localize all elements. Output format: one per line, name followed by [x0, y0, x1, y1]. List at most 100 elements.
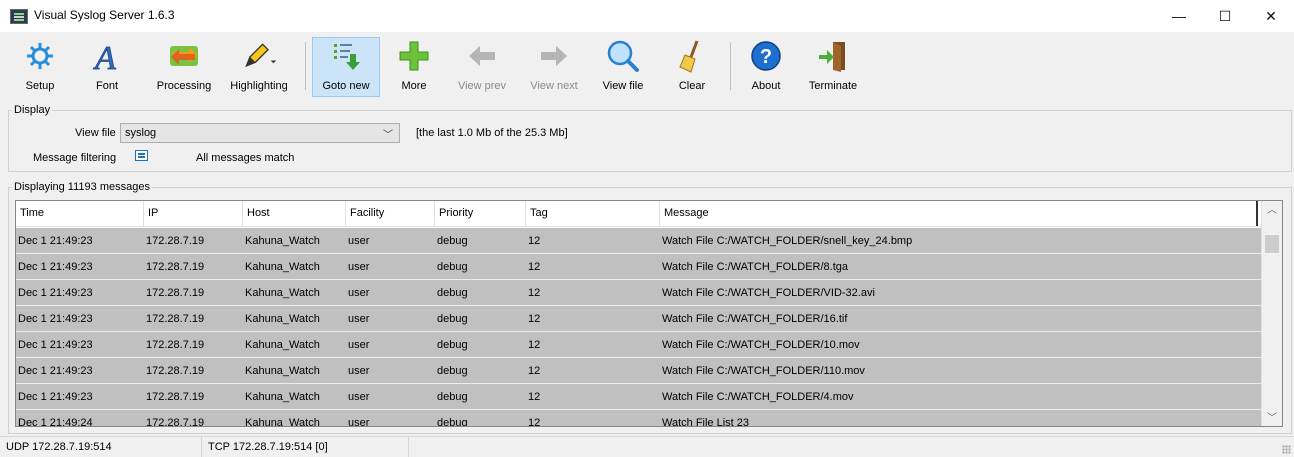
cell-host: Kahuna_Watch [245, 365, 320, 377]
cell-tag: 12 [528, 261, 541, 273]
cell-facility: user [348, 339, 370, 351]
cell-ip: 172.28.7.19 [146, 391, 205, 403]
cell-tag: 12 [528, 391, 541, 403]
cell-host: Kahuna_Watch [245, 261, 320, 273]
cell-ip: 172.28.7.19 [146, 287, 205, 299]
broom-icon [674, 38, 710, 74]
cell-time: Dec 1 21:49:24 [18, 417, 93, 427]
toolbar: Setup A Font Processing Highlighting Got… [0, 32, 1294, 102]
maximize-button[interactable]: ☐ [1202, 0, 1248, 32]
file-size-note: [the last 1.0 Mb of the 25.3 Mb] [416, 127, 568, 139]
cell-time: Dec 1 21:49:23 [18, 287, 93, 299]
cell-priority: debug [437, 313, 468, 325]
goto-new-button[interactable]: Goto new [312, 37, 380, 97]
scrollbar-thumb[interactable] [1265, 235, 1279, 253]
highlighting-button[interactable]: Highlighting [222, 38, 296, 96]
close-button[interactable]: ✕ [1248, 0, 1294, 32]
column-header-time[interactable]: Time [16, 201, 144, 226]
table-row[interactable]: Dec 1 21:49:23 172.28.7.19 Kahuna_Watch … [16, 358, 1261, 384]
cell-priority: debug [437, 391, 468, 403]
svg-text:?: ? [760, 46, 772, 68]
about-button[interactable]: ? About [744, 38, 788, 96]
column-header-host[interactable]: Host [243, 201, 346, 226]
cell-ip: 172.28.7.19 [146, 235, 205, 247]
scroll-down-icon[interactable]: ﹀ [1262, 409, 1282, 426]
filter-status: All messages match [196, 152, 295, 164]
column-header-facility[interactable]: Facility [346, 201, 435, 226]
cell-message: Watch File C:/WATCH_FOLDER/VID-32.avi [662, 287, 875, 299]
terminate-button[interactable]: Terminate [806, 38, 860, 96]
cell-priority: debug [437, 287, 468, 299]
cell-host: Kahuna_Watch [245, 313, 320, 325]
cell-priority: debug [437, 417, 468, 427]
cell-tag: 12 [528, 417, 541, 427]
vertical-scrollbar[interactable]: ︿ ﹀ [1261, 201, 1282, 426]
scroll-up-icon[interactable]: ︿ [1262, 201, 1282, 218]
toolbar-separator [305, 42, 306, 90]
column-header-ip[interactable]: IP [144, 201, 243, 226]
table-row[interactable]: Dec 1 21:49:23 172.28.7.19 Kahuna_Watch … [16, 332, 1261, 358]
minimize-button[interactable]: — [1156, 0, 1202, 32]
cell-message: Watch File List 23 [662, 417, 750, 427]
view-next-button[interactable]: View next [524, 38, 584, 96]
arrow-right-icon [536, 38, 572, 74]
gear-icon [22, 38, 58, 74]
table-row[interactable]: Dec 1 21:49:23 172.28.7.19 Kahuna_Watch … [16, 254, 1261, 280]
cell-message: Watch File C:/WATCH_FOLDER/4.mov [662, 391, 854, 403]
table-row[interactable]: Dec 1 21:49:23 172.28.7.19 Kahuna_Watch … [16, 280, 1261, 306]
cell-message: Watch File C:/WATCH_FOLDER/8.tga [662, 261, 849, 273]
cell-time: Dec 1 21:49:23 [18, 261, 93, 273]
cell-facility: user [348, 287, 370, 299]
cell-message: Watch File C:/WATCH_FOLDER/10.mov [662, 339, 860, 351]
cell-host: Kahuna_Watch [245, 235, 320, 247]
table-row[interactable]: Dec 1 21:49:23 172.28.7.19 Kahuna_Watch … [16, 228, 1261, 254]
toolbar-separator [730, 42, 731, 90]
view-file-select[interactable]: syslog ﹀ [120, 123, 400, 143]
clear-button[interactable]: Clear [670, 38, 714, 96]
cell-priority: debug [437, 365, 468, 377]
cell-host: Kahuna_Watch [245, 417, 320, 427]
column-header-tag[interactable]: Tag [526, 201, 660, 226]
processing-arrows-icon [166, 38, 202, 74]
exit-door-icon [815, 38, 851, 74]
font-button[interactable]: A Font [82, 38, 132, 96]
view-file-button[interactable]: View file [597, 38, 649, 96]
cell-ip: 172.28.7.19 [146, 417, 205, 427]
plus-icon [396, 38, 432, 74]
cell-time: Dec 1 21:49:23 [18, 235, 93, 247]
view-prev-button[interactable]: View prev [452, 38, 512, 96]
cell-ip: 172.28.7.19 [146, 313, 205, 325]
table-row[interactable]: Dec 1 21:49:24 172.28.7.19 Kahuna_Watch … [16, 410, 1261, 427]
messages-group-title: Displaying 11193 messages [12, 181, 152, 193]
help-icon: ? [748, 38, 784, 74]
more-button[interactable]: More [394, 38, 434, 96]
cell-message: Watch File C:/WATCH_FOLDER/snell_key_24.… [662, 235, 913, 247]
table-row[interactable]: Dec 1 21:49:23 172.28.7.19 Kahuna_Watch … [16, 384, 1261, 410]
cell-facility: user [348, 365, 370, 377]
cell-priority: debug [437, 339, 468, 351]
udp-status: UDP 172.28.7.19:514 [0, 437, 202, 457]
app-icon [10, 9, 28, 24]
svg-text:A: A [93, 40, 116, 73]
messages-table: Time IP Host Facility Priority Tag Messa… [15, 200, 1283, 427]
cell-tag: 12 [528, 313, 541, 325]
cell-facility: user [348, 235, 370, 247]
cell-ip: 172.28.7.19 [146, 261, 205, 273]
cell-time: Dec 1 21:49:23 [18, 313, 93, 325]
title-bar: Visual Syslog Server 1.6.3 — ☐ ✕ [0, 0, 1294, 32]
cell-tag: 12 [528, 339, 541, 351]
cell-message: Watch File C:/WATCH_FOLDER/110.mov [662, 365, 865, 377]
cell-tag: 12 [528, 365, 541, 377]
processing-button[interactable]: Processing [154, 38, 214, 96]
setup-button[interactable]: Setup [14, 38, 66, 96]
filter-list-icon[interactable] [135, 150, 148, 161]
column-header-message[interactable]: Message [660, 201, 1258, 226]
cell-time: Dec 1 21:49:23 [18, 391, 93, 403]
cell-facility: user [348, 391, 370, 403]
column-header-priority[interactable]: Priority [435, 201, 526, 226]
table-header: Time IP Host Facility Priority Tag Messa… [16, 201, 1261, 227]
resize-grip-icon[interactable] [1282, 445, 1291, 454]
table-row[interactable]: Dec 1 21:49:23 172.28.7.19 Kahuna_Watch … [16, 306, 1261, 332]
cell-time: Dec 1 21:49:23 [18, 339, 93, 351]
view-file-label: View file [75, 127, 116, 139]
